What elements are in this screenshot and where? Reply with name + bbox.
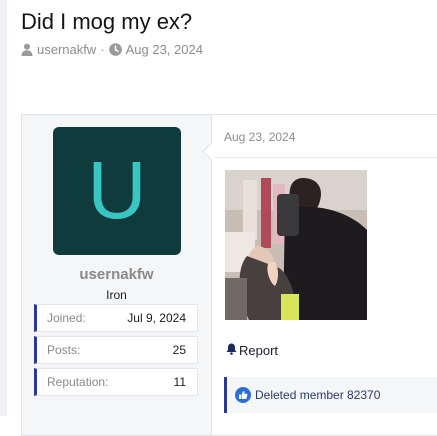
- avatar-letter: U: [87, 145, 147, 236]
- report-label: Report: [239, 343, 279, 358]
- like-icon: [235, 387, 251, 403]
- stat-reputation: Reputation: 11: [34, 368, 198, 396]
- left-rail: [0, 0, 7, 416]
- stat-posts: Posts: 25: [34, 336, 198, 364]
- report-link[interactable]: Report: [226, 343, 278, 358]
- user-icon: [21, 43, 33, 56]
- stat-value: 11: [173, 375, 186, 389]
- meta-separator: ·: [100, 41, 105, 57]
- avatar[interactable]: U: [53, 127, 181, 255]
- thread-date-link[interactable]: Aug 23, 2024: [126, 42, 203, 57]
- reactions-bar[interactable]: Deleted member 82370: [224, 377, 437, 413]
- post: U usernakfw Iron Joined: Jul 9, 2024 Pos…: [21, 114, 437, 436]
- reaction-user[interactable]: Deleted member 82370: [255, 388, 380, 402]
- stat-value: Jul 9, 2024: [127, 311, 186, 325]
- post-image[interactable]: [225, 170, 367, 320]
- thread-author-link[interactable]: usernakfw: [37, 42, 96, 57]
- username[interactable]: usernakfw: [22, 266, 211, 283]
- post-divider: [212, 157, 437, 158]
- stat-label: Reputation:: [47, 375, 109, 389]
- user-rank: Iron: [106, 288, 127, 302]
- bell-icon: [226, 343, 237, 358]
- stat-value: 25: [172, 343, 186, 357]
- thread-title: Did I mog my ex?: [21, 9, 193, 34]
- stat-joined: Joined: Jul 9, 2024: [34, 304, 198, 332]
- stat-label: Joined:: [47, 311, 86, 325]
- post-date-link[interactable]: Aug 23, 2024: [224, 130, 295, 144]
- stat-label: Posts:: [47, 343, 81, 357]
- post-content: Aug 23, 2024 Report Deleted member 82370: [212, 115, 437, 435]
- clock-icon: [108, 42, 122, 56]
- post-user-cell: U usernakfw Iron Joined: Jul 9, 2024 Pos…: [22, 115, 212, 435]
- thread-meta: usernakfw · Aug 23, 2024: [21, 41, 203, 57]
